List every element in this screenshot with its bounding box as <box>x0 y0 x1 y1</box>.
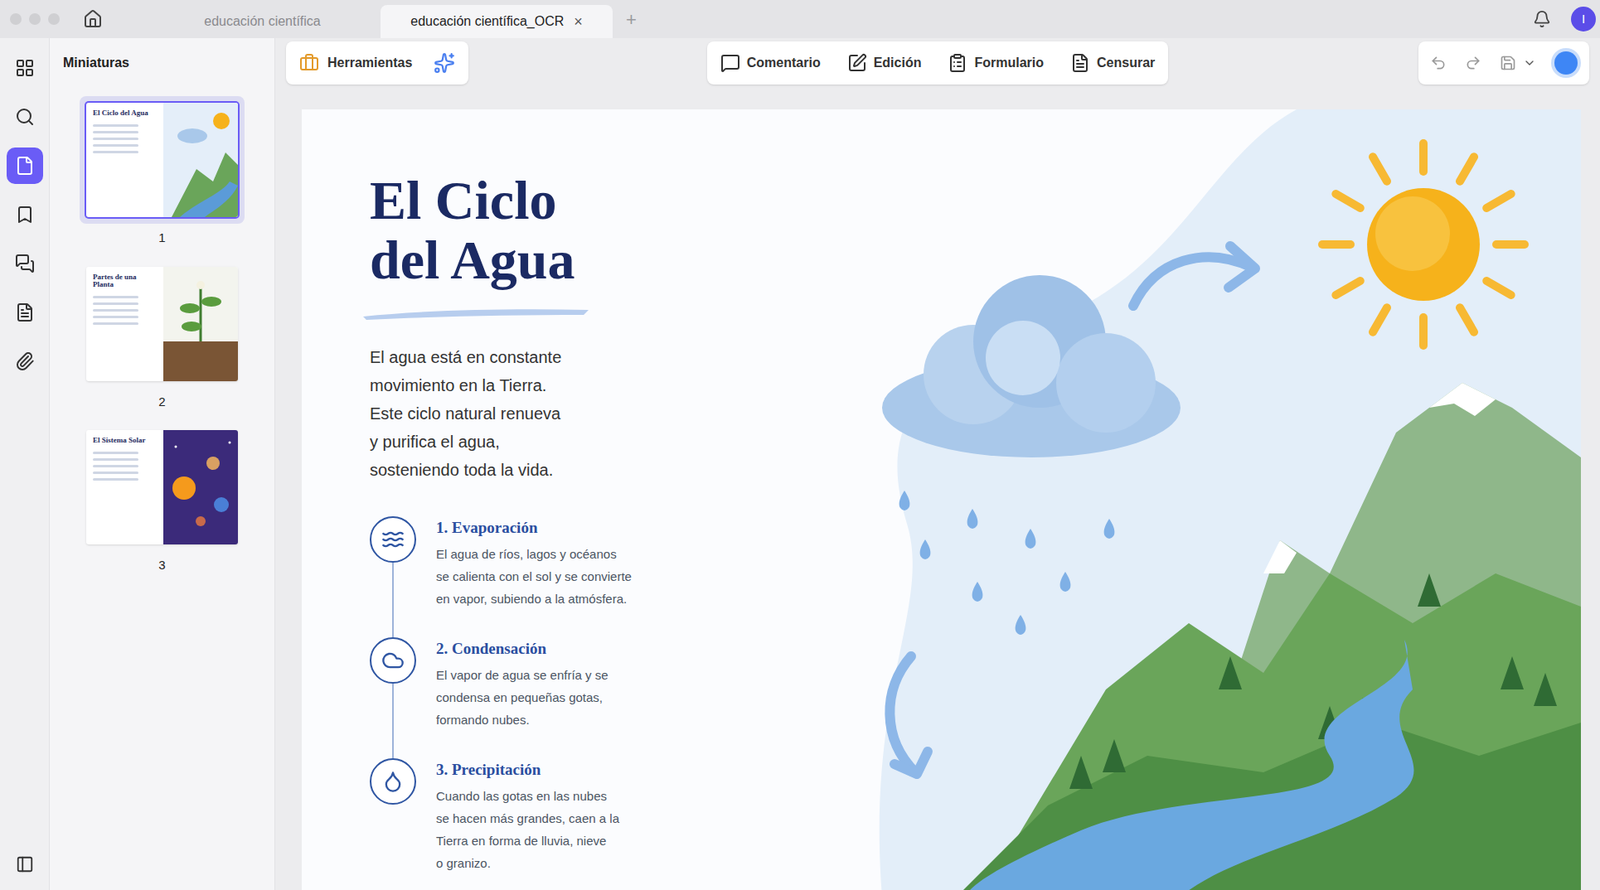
rail-item[interactable] <box>6 98 44 136</box>
traffic-light[interactable] <box>48 13 60 25</box>
mode-button[interactable]: Comentario <box>720 53 821 73</box>
document-tab[interactable]: educación científica_OCR× <box>380 4 613 39</box>
intro-text: El agua está en constantemovimiento en l… <box>369 343 833 485</box>
close-tab-button[interactable]: × <box>573 10 583 34</box>
new-tab-button[interactable]: + <box>625 5 637 34</box>
mode-button[interactable]: Censurar <box>1070 53 1155 73</box>
step-title: 2. Condensación <box>436 639 609 660</box>
comment-icon <box>720 53 741 73</box>
mode-button[interactable]: Edición <box>847 53 922 73</box>
thumbnail-art-icon <box>163 266 238 382</box>
assistant-logo-icon[interactable] <box>1554 51 1578 75</box>
tools-button[interactable]: Herramientas <box>299 53 413 73</box>
cloud-icon <box>381 649 405 673</box>
droplet-icon <box>381 770 405 794</box>
cycle-step: 2. Condensación El vapor de agua se enfrí… <box>369 637 833 759</box>
page-thumbnail[interactable]: El Sistema Solar 3 <box>79 423 245 576</box>
undo-icon[interactable] <box>1430 54 1447 72</box>
step-text: El agua de ríos, lagos y océanosse calie… <box>436 543 632 611</box>
page-thumbnail[interactable]: El Ciclo del Agua 1 <box>79 96 245 248</box>
thumbnail-art-icon <box>163 430 238 545</box>
bookmark-icon <box>14 204 35 225</box>
mode-button[interactable]: Formulario <box>947 53 1044 73</box>
panel-title: Miniaturas <box>49 38 275 88</box>
document-page: El Ciclodel Agua El agua está en constant… <box>301 109 1581 890</box>
page-thumbnail[interactable]: Partes de una Planta 2 <box>79 260 245 413</box>
rail-item[interactable] <box>6 245 44 282</box>
left-rail <box>0 38 50 890</box>
redact-icon <box>1070 53 1091 73</box>
thumbnail-title: Partes de una Planta <box>92 273 157 291</box>
redo-icon[interactable] <box>1464 54 1482 72</box>
rail-item[interactable] <box>6 294 44 331</box>
cycle-step: 3. Precipitación Cuando las gotas en las … <box>369 758 833 880</box>
ai-sparkle-icon[interactable] <box>433 52 456 74</box>
search-icon <box>14 106 35 127</box>
toolbar: Herramientas Comentario Edición Formulario C… <box>275 38 1600 88</box>
pages-icon <box>14 155 35 176</box>
toolbox-icon <box>299 53 320 73</box>
home-icon[interactable] <box>82 9 103 30</box>
cycle-step: 1. Evaporación El agua de ríos, lagos y o… <box>369 516 833 638</box>
steps-list: 1. Evaporación El agua de ríos, lagos y o… <box>369 516 833 880</box>
comments-icon <box>14 253 35 274</box>
thumbnail-art-icon <box>163 102 238 218</box>
document-tab[interactable]: educación científica <box>144 4 381 39</box>
window-controls <box>0 13 83 25</box>
page-number: 2 <box>158 392 165 413</box>
app-window: educación científicaeducación científica… <box>0 0 1600 890</box>
bell-icon[interactable] <box>1532 9 1552 29</box>
water-cycle-illustration <box>832 109 1581 890</box>
brush-underline-icon <box>359 305 592 322</box>
panel-toggle-icon[interactable] <box>15 855 34 874</box>
grid-icon <box>14 58 35 78</box>
rail-item[interactable] <box>6 196 44 233</box>
save-icon[interactable] <box>1499 54 1517 72</box>
edit-icon <box>847 53 868 73</box>
waves-icon <box>381 528 405 552</box>
document-title: El Ciclodel Agua <box>369 170 833 291</box>
main-area: Herramientas Comentario Edición Formulario C… <box>275 38 1600 890</box>
form-icon <box>947 53 968 73</box>
page-number: 1 <box>158 228 165 248</box>
page-number: 3 <box>158 556 165 576</box>
step-text: El vapor de agua se enfría y secondensa … <box>436 664 609 732</box>
rail-item[interactable] <box>6 49 44 87</box>
rail-item[interactable] <box>6 343 44 380</box>
step-text: Cuando las gotas en las nubesse hacen má… <box>436 785 620 875</box>
traffic-light[interactable] <box>9 13 22 25</box>
attachment-icon <box>14 351 35 372</box>
thumbnail-title: El Sistema Solar <box>92 436 157 446</box>
chevron-down-icon[interactable] <box>1522 56 1537 70</box>
avatar[interactable]: I <box>1570 6 1596 32</box>
step-title: 1. Evaporación <box>436 518 632 539</box>
step-title: 3. Precipitación <box>436 760 620 781</box>
rail-item[interactable] <box>6 147 44 185</box>
thumbnail-panel: Miniaturas El Ciclo del Agua 1 Partes de un… <box>49 38 276 890</box>
tab-bar: educación científicaeducación científica… <box>0 0 1600 39</box>
traffic-light[interactable] <box>29 13 41 25</box>
document-icon <box>14 302 35 323</box>
thumbnail-title: El Ciclo del Agua <box>92 109 157 118</box>
